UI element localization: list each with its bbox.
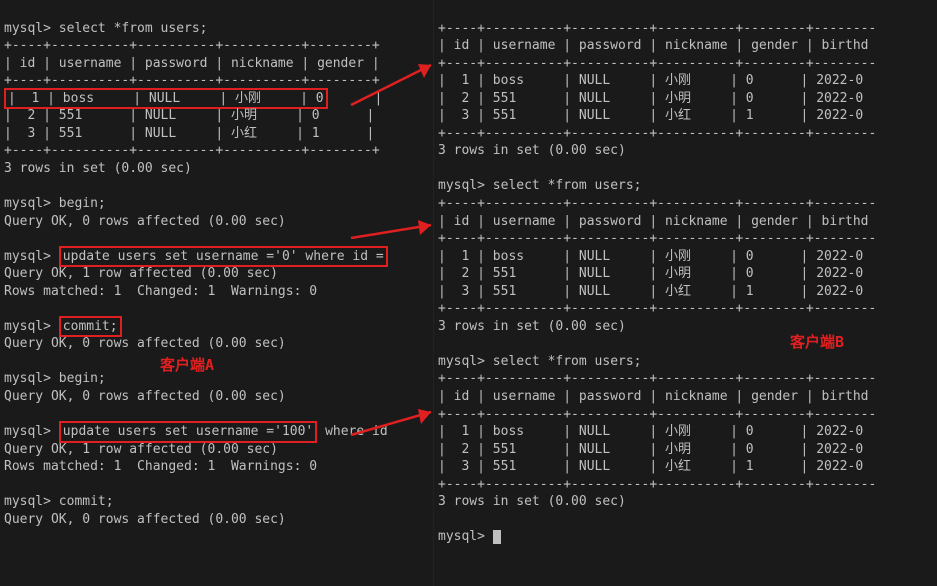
table-sep: +----+----------+----------+----------+-…: [438, 301, 876, 316]
table-row: | 3 | 551 | NULL | 小红 | 1 |: [4, 126, 374, 141]
prompt-cursor[interactable]: mysql>: [438, 529, 501, 544]
table-header: | id | username | password | nickname | …: [4, 56, 380, 71]
table-row: | 2 | 551 | NULL | 小明 | 0 | 2022-0: [438, 91, 863, 106]
ok-msg: Query OK, 1 row affected (0.00 sec): [4, 266, 278, 281]
ok-msg: Query OK, 1 row affected (0.00 sec): [4, 442, 278, 457]
highlight-update2: update users set username ='100': [59, 421, 317, 443]
matched-msg: Rows matched: 1 Changed: 1 Warnings: 0: [4, 459, 317, 474]
table-row: | 3 | 551 | NULL | 小红 | 1 | 2022-0: [438, 284, 863, 299]
matched-msg: Rows matched: 1 Changed: 1 Warnings: 0: [4, 284, 317, 299]
table-sep: +----+----------+----------+----------+-…: [438, 56, 876, 71]
commit-line: mysql> commit;: [4, 319, 122, 334]
set-msg: 3 rows in set (0.00 sec): [4, 161, 192, 176]
update-line: mysql> update users set username ='0' wh…: [4, 249, 388, 264]
terminal-pane-b[interactable]: +----+----------+----------+----------+-…: [434, 0, 937, 586]
ok-msg: Query OK, 0 rows affected (0.00 sec): [4, 389, 286, 404]
ok-msg: Query OK, 0 rows affected (0.00 sec): [4, 214, 286, 229]
table-sep: +----+----------+----------+----------+-…: [438, 126, 876, 141]
table-sep: +----+----------+----------+----------+-…: [4, 73, 380, 88]
table-row: | 2 | 551 | NULL | 小明 | 0 |: [4, 108, 374, 123]
begin-cmd: mysql> begin;: [4, 196, 106, 211]
update-line: mysql> update users set username ='100' …: [4, 424, 388, 439]
highlight-update1: update users set username ='0' where id …: [59, 246, 388, 268]
prompt: mysql> select *from users;: [438, 178, 642, 193]
table-sep: +----+----------+----------+----------+-…: [438, 407, 876, 422]
table-row: | 1 | boss | NULL | 小刚 | 0 | 2022-0: [438, 249, 863, 264]
table-row: | 1 | boss | NULL | 小刚 | 0 | 2022-0: [438, 73, 863, 88]
prompt: mysql> select *from users;: [438, 354, 642, 369]
table-row: | 3 | 551 | NULL | 小红 | 1 | 2022-0: [438, 108, 863, 123]
set-msg: 3 rows in set (0.00 sec): [438, 319, 626, 334]
row-highlight: | 1 | boss | NULL | 小刚 | 0 |: [4, 91, 382, 106]
table-header: | id | username | password | nickname | …: [438, 389, 868, 404]
table-sep: +----+----------+----------+----------+-…: [438, 477, 876, 492]
highlight-commit: commit;: [59, 316, 122, 338]
terminal-pane-a[interactable]: mysql> select *from users; +----+-------…: [0, 0, 434, 586]
table-sep: +----+----------+----------+----------+-…: [438, 371, 876, 386]
cursor-icon: [493, 530, 501, 544]
table-sep: +----+----------+----------+----------+-…: [4, 143, 380, 158]
table-sep: +----+----------+----------+----------+-…: [438, 21, 876, 36]
commit-cmd: mysql> commit;: [4, 494, 114, 509]
ok-msg: Query OK, 0 rows affected (0.00 sec): [4, 336, 286, 351]
table-header: | id | username | password | nickname | …: [438, 38, 868, 53]
table-row: | 2 | 551 | NULL | 小明 | 0 | 2022-0: [438, 266, 863, 281]
table-sep: +----+----------+----------+----------+-…: [438, 196, 876, 211]
table-row: | 2 | 551 | NULL | 小明 | 0 | 2022-0: [438, 442, 863, 457]
table-row: | 3 | 551 | NULL | 小红 | 1 | 2022-0: [438, 459, 863, 474]
table-sep: +----+----------+----------+----------+-…: [438, 231, 876, 246]
ok-msg: Query OK, 0 rows affected (0.00 sec): [4, 512, 286, 527]
highlight-row1: | 1 | boss | NULL | 小刚 | 0: [4, 88, 328, 110]
begin-cmd: mysql> begin;: [4, 371, 106, 386]
table-sep: +----+----------+----------+----------+-…: [4, 38, 380, 53]
table-header: | id | username | password | nickname | …: [438, 214, 868, 229]
prompt: mysql> select *from users;: [4, 21, 208, 36]
set-msg: 3 rows in set (0.00 sec): [438, 494, 626, 509]
set-msg: 3 rows in set (0.00 sec): [438, 143, 626, 158]
table-row: | 1 | boss | NULL | 小刚 | 0 | 2022-0: [438, 424, 863, 439]
